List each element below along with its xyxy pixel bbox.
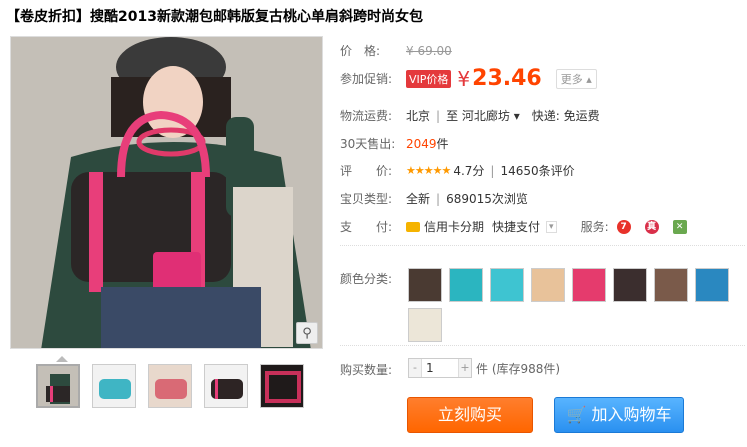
promo-price: 23.46 [472, 66, 542, 91]
quantity-increment-button[interactable]: + [459, 359, 471, 377]
type-label: 宝贝类型: [340, 192, 393, 206]
more-promos-button[interactable]: 更多 ▴ [555, 68, 597, 89]
color-swatch[interactable] [490, 268, 524, 302]
original-price: ¥ 69.00 [406, 43, 452, 58]
seven-day-return-icon[interactable]: 7 [616, 219, 631, 234]
color-swatch[interactable] [613, 268, 647, 302]
services-label: 服务: [580, 220, 609, 234]
quantity-stepper: - 1 + 件 (库存988件) [408, 358, 560, 378]
thumbnail[interactable] [204, 364, 248, 408]
payment-label: 支 付: [340, 220, 393, 234]
shipping-label: 物流运费: [340, 109, 393, 123]
section-divider [340, 345, 745, 346]
consumer-protection-icon[interactable]: ✕ [672, 219, 687, 234]
shipping-from: 北京 [406, 109, 431, 123]
item-condition: 全新 [406, 192, 431, 206]
rating-score: 4.7分 [453, 164, 485, 178]
quantity-label: 购买数量: [340, 363, 393, 377]
thumbnail[interactable] [260, 364, 304, 408]
product-title: 【卷皮折扣】搜酷2013新款潮包邮韩版复古桃心单肩斜跨时尚女包 [6, 6, 423, 26]
thumbnail-strip [36, 364, 304, 408]
credit-card-icon [406, 221, 420, 232]
sales-label: 30天售出: [340, 137, 396, 151]
color-swatch[interactable] [408, 268, 442, 302]
color-swatch[interactable] [654, 268, 688, 302]
add-to-cart-label: 加入购物车 [591, 405, 672, 424]
shipping-destination-select[interactable]: 河北廊坊 ▾ [462, 107, 520, 124]
currency-symbol: ¥ [457, 66, 471, 91]
thumbnail[interactable] [36, 364, 80, 408]
review-count-link[interactable]: 14650条评价 [500, 162, 574, 179]
type-row: 宝贝类型: 全新 | 689015次浏览 [340, 191, 528, 207]
promo-row: 参加促销: VIP价格 ¥ 23.46 更多 ▴ [340, 66, 597, 91]
color-swatch[interactable] [572, 268, 606, 302]
authentic-guarantee-icon[interactable]: 真 [644, 219, 659, 234]
color-swatch[interactable] [695, 268, 729, 302]
color-swatch[interactable] [449, 268, 483, 302]
payment-row: 支 付: 信用卡分期 快捷支付 ▾ 服务: 7 真 ✕ [340, 218, 687, 235]
promo-label: 参加促销: [340, 72, 393, 86]
quantity-label-row: 购买数量: [340, 361, 406, 378]
rating-row: 评 价: ★★★★★ 4.7分 | 14650条评价 [340, 162, 575, 179]
price-label: 价 格: [340, 44, 381, 58]
stock-info: 件 (库存988件) [476, 361, 561, 376]
rating-stars: ★★★★★ [406, 164, 451, 177]
product-photo [11, 37, 322, 348]
add-to-cart-button[interactable]: 🛒 加入购物车 [554, 397, 684, 433]
buy-now-button[interactable]: 立刻购买 [407, 397, 533, 433]
shipping-to-word: 至 [446, 109, 459, 123]
magnifier-icon[interactable]: ⚲ [296, 322, 318, 344]
quantity-box: - 1 + [408, 358, 472, 378]
price-row: 价 格: ¥ 69.00 [340, 42, 452, 59]
sales-unit: 件 [436, 137, 449, 151]
payment-dropdown-icon[interactable]: ▾ [546, 220, 557, 233]
section-divider [340, 245, 745, 246]
sales-count: 2049 [406, 136, 437, 151]
thumbnail[interactable] [92, 364, 136, 408]
sales-row: 30天售出: 2049 件 [340, 135, 449, 152]
view-count: 689015次浏览 [446, 192, 528, 206]
shipping-row: 物流运费: 北京 | 至 河北廊坊 ▾ 快递: 免运费 [340, 107, 600, 124]
colors-label-row: 颜色分类: [340, 270, 406, 287]
main-product-image[interactable]: ⚲ [10, 36, 323, 349]
quantity-input[interactable]: 1 [421, 359, 459, 377]
shopping-cart-icon: 🛒 [566, 405, 587, 424]
quick-pay-option[interactable]: 快捷支付 [492, 218, 540, 235]
shipping-method: 快递: 免运费 [531, 109, 600, 123]
installment-option[interactable]: 信用卡分期 [424, 218, 484, 235]
quantity-decrement-button[interactable]: - [409, 359, 421, 377]
thumbnail-indicator [56, 356, 68, 362]
title-text: 搜酷2013新款潮包邮韩版复古桃心单肩斜跨时尚女包 [90, 9, 423, 25]
title-tag: 【卷皮折扣】 [6, 9, 90, 25]
vip-badge: VIP价格 [406, 69, 452, 88]
rating-label: 评 价: [340, 164, 393, 178]
colors-label: 颜色分类: [340, 272, 393, 286]
thumbnail[interactable] [148, 364, 192, 408]
color-swatch[interactable] [408, 308, 442, 342]
color-swatch-list [408, 268, 738, 342]
color-swatch[interactable] [531, 268, 565, 302]
